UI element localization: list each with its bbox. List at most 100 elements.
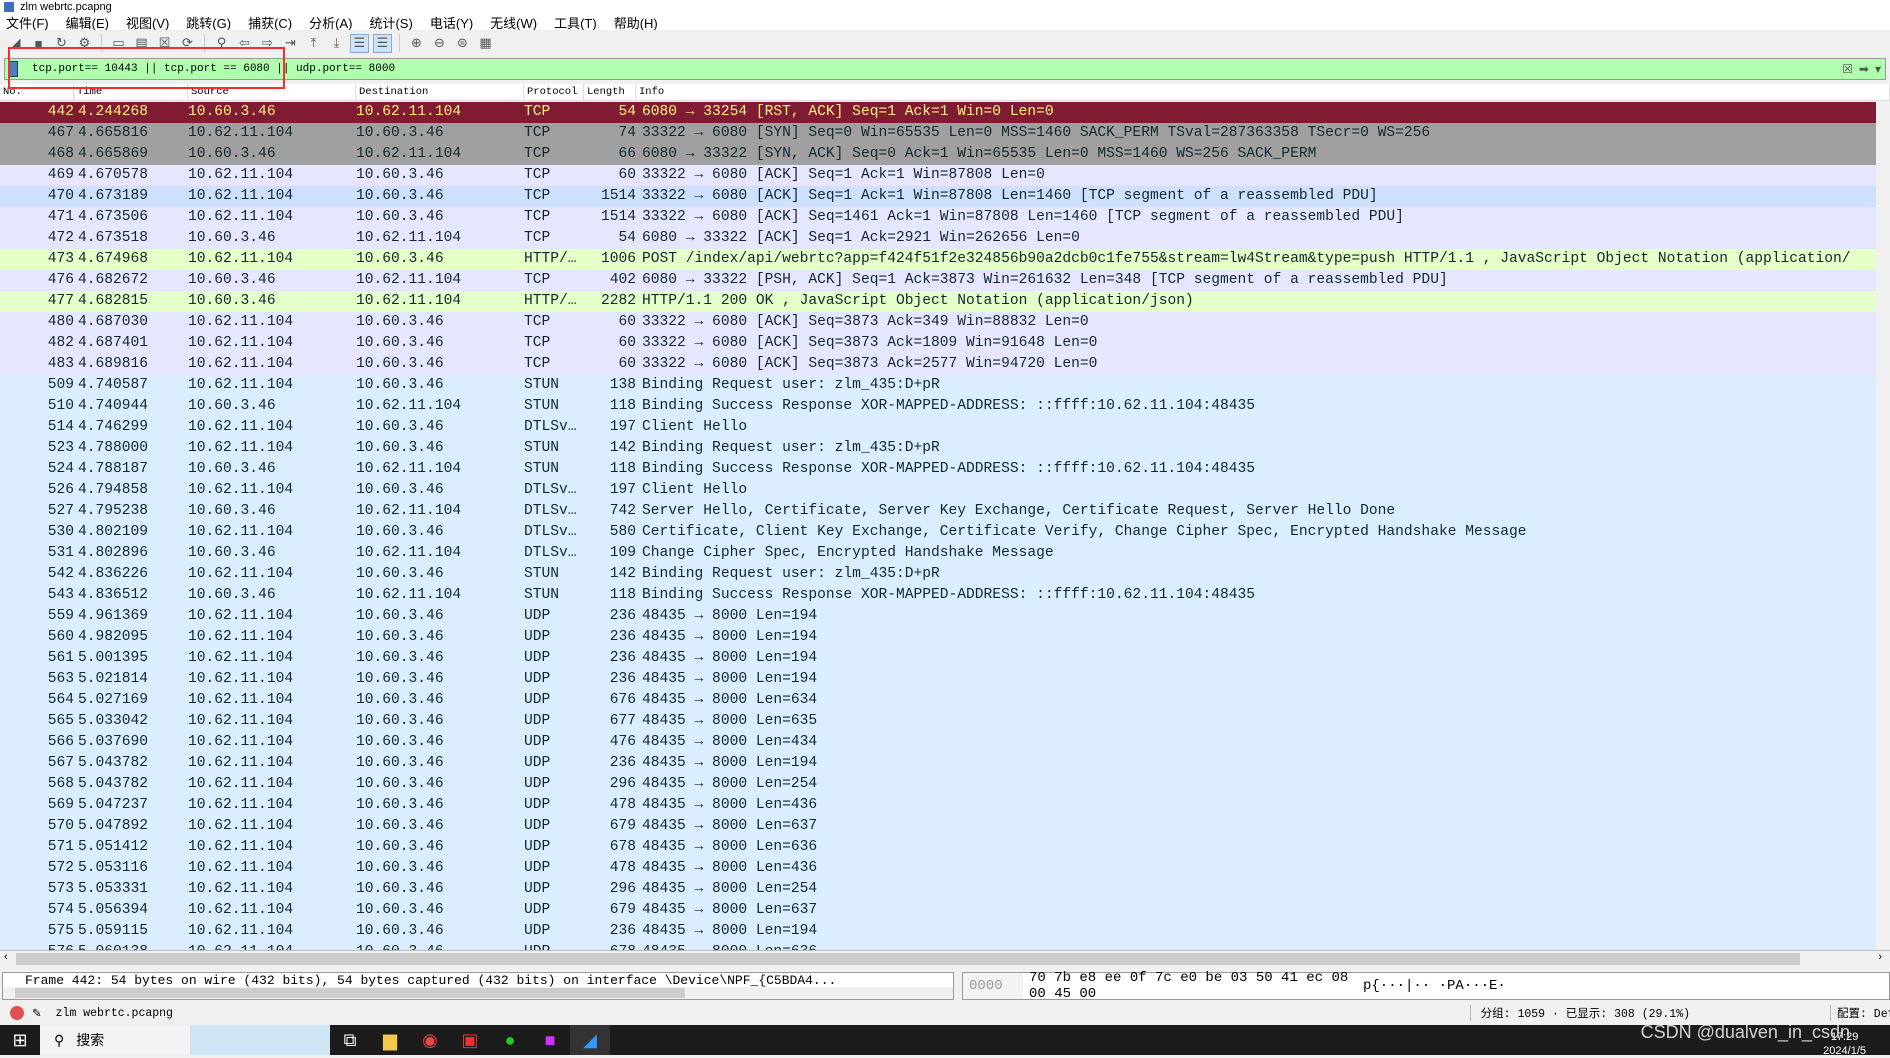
restart-icon[interactable]: ↻ — [52, 34, 71, 53]
packet-row[interactable]: 510 4.740944 10.60.3.46 10.62.11.104 STUN 118… — [0, 396, 1876, 417]
menu-item[interactable]: 统计(S) — [369, 13, 412, 32]
menu-item[interactable]: 电话(Y) — [430, 13, 473, 32]
autoscroll-icon[interactable]: ☰ — [350, 33, 369, 53]
packet-row[interactable]: 573 5.053331 10.62.11.104 10.60.3.46 UDP 296 4… — [0, 879, 1876, 900]
bookmark-icon[interactable] — [8, 61, 18, 77]
menu-item[interactable]: 文件(F) — [6, 13, 49, 32]
open-icon[interactable]: ▭ — [109, 34, 128, 53]
intellij-icon[interactable]: ■ — [530, 1025, 570, 1055]
packet-row[interactable]: 509 4.740587 10.62.11.104 10.60.3.46 STUN 138… — [0, 375, 1876, 396]
column-no[interactable]: No. — [0, 84, 74, 100]
menu-item[interactable]: 视图(V) — [126, 13, 169, 32]
wireshark-icon[interactable]: ◢ — [570, 1025, 610, 1055]
packet-row[interactable]: 480 4.687030 10.62.11.104 10.60.3.46 TCP 60 33… — [0, 312, 1876, 333]
colorize-icon[interactable]: ☰ — [373, 33, 392, 53]
packet-row[interactable]: 477 4.682815 10.60.3.46 10.62.11.104 HTTP/… 2… — [0, 291, 1876, 312]
packet-row[interactable]: 468 4.665869 10.60.3.46 10.62.11.104 TCP 66 60… — [0, 144, 1876, 165]
back-icon[interactable]: ⇦ — [235, 34, 254, 53]
options-icon[interactable]: ⚙ — [75, 34, 94, 53]
packet-row[interactable]: 442 4.244268 10.60.3.46 10.62.11.104 TCP 54 60… — [0, 102, 1876, 123]
menu-item[interactable]: 分析(A) — [309, 13, 352, 32]
packet-row[interactable]: 566 5.037690 10.62.11.104 10.60.3.46 UDP 476 4… — [0, 732, 1876, 753]
packet-row[interactable]: 469 4.670578 10.62.11.104 10.60.3.46 TCP 60 33… — [0, 165, 1876, 186]
packet-row[interactable]: 472 4.673518 10.60.3.46 10.62.11.104 TCP 54 60… — [0, 228, 1876, 249]
menu-item[interactable]: 跳转(G) — [186, 13, 231, 32]
packet-row[interactable]: 514 4.746299 10.62.11.104 10.60.3.46 DTLSv… 1… — [0, 417, 1876, 438]
packet-row[interactable]: 470 4.673189 10.62.11.104 10.60.3.46 TCP 1514… — [0, 186, 1876, 207]
packet-row[interactable]: 567 5.043782 10.62.11.104 10.60.3.46 UDP 236 4… — [0, 753, 1876, 774]
packet-row[interactable]: 476 4.682672 10.60.3.46 10.62.11.104 TCP 402 6… — [0, 270, 1876, 291]
bytes-ascii[interactable]: p{···|·· ·PA···E· — [1363, 978, 1506, 994]
column-info[interactable]: Info — [636, 84, 1890, 100]
packet-row[interactable]: 563 5.021814 10.62.11.104 10.60.3.46 UDP 236 4… — [0, 669, 1876, 690]
goto-icon[interactable]: ⇥ — [281, 34, 300, 53]
packet-row[interactable]: 526 4.794858 10.62.11.104 10.60.3.46 DTLSv… 1… — [0, 480, 1876, 501]
zoom-reset-icon[interactable]: ⊜ — [453, 34, 472, 53]
column-time[interactable]: Time — [74, 84, 188, 100]
packet-row[interactable]: 473 4.674968 10.62.11.104 10.60.3.46 HTTP/… 1… — [0, 249, 1876, 270]
packet-row[interactable]: 543 4.836512 10.60.3.46 10.62.11.104 STUN 118… — [0, 585, 1876, 606]
packet-row[interactable]: 471 4.673506 10.62.11.104 10.60.3.46 TCP 1514… — [0, 207, 1876, 228]
packet-row[interactable]: 559 4.961369 10.62.11.104 10.60.3.46 UDP 236 4… — [0, 606, 1876, 627]
save-icon[interactable]: ▤ — [132, 34, 151, 53]
packet-row[interactable]: 565 5.033042 10.62.11.104 10.60.3.46 UDP 677 4… — [0, 711, 1876, 732]
packet-row[interactable]: 574 5.056394 10.62.11.104 10.60.3.46 UDP 679 4… — [0, 900, 1876, 921]
packet-row[interactable]: 568 5.043782 10.62.11.104 10.60.3.46 UDP 296 4… — [0, 774, 1876, 795]
packet-row[interactable]: 527 4.795238 10.60.3.46 10.62.11.104 DTLSv… 7… — [0, 501, 1876, 522]
wechat-icon[interactable]: ● — [490, 1025, 530, 1055]
bytes-hex[interactable]: 70 7b e8 ee 0f 7c e0 be 03 50 41 ec 08 0… — [1023, 970, 1363, 1002]
packet-row[interactable]: 524 4.788187 10.60.3.46 10.62.11.104 STUN 118… — [0, 459, 1876, 480]
file-explorer-icon[interactable]: ▆ — [370, 1025, 410, 1055]
menu-item[interactable]: 编辑(E) — [66, 13, 109, 32]
packet-list-hscrollbar[interactable]: ‹ › — [0, 950, 1890, 966]
start-windows-icon[interactable]: ⊞ — [0, 1025, 40, 1055]
last-icon[interactable]: ⤓ — [327, 34, 346, 53]
menu-item[interactable]: 帮助(H) — [614, 13, 658, 32]
shark-fin-start-icon[interactable]: ◢ — [6, 34, 25, 53]
packet-list-vscrollbar[interactable] — [1876, 102, 1890, 950]
resize-columns-icon[interactable]: ▦ — [476, 34, 495, 53]
packet-row[interactable]: 542 4.836226 10.62.11.104 10.60.3.46 STUN 142… — [0, 564, 1876, 585]
packet-row[interactable]: 570 5.047892 10.62.11.104 10.60.3.46 UDP 679 4… — [0, 816, 1876, 837]
column-source[interactable]: Source — [188, 84, 356, 100]
details-hscrollbar[interactable] — [3, 987, 953, 999]
packet-row[interactable]: 482 4.687401 10.62.11.104 10.60.3.46 TCP 60 33… — [0, 333, 1876, 354]
find-icon[interactable]: ⚲ — [212, 34, 231, 53]
menu-item[interactable]: 工具(T) — [554, 13, 597, 32]
stop-icon[interactable]: ■ — [29, 34, 48, 53]
clear-filter-icon[interactable]: ☒ — [1842, 62, 1853, 77]
first-icon[interactable]: ⤒ — [304, 34, 323, 53]
column-protocol[interactable]: Protocol — [524, 84, 584, 100]
reload-icon[interactable]: ⟳ — [178, 34, 197, 53]
taskbar-search[interactable]: ⚲ 搜索 — [40, 1025, 190, 1055]
packet-row[interactable]: 569 5.047237 10.62.11.104 10.60.3.46 UDP 478 4… — [0, 795, 1876, 816]
packet-row[interactable]: 575 5.059115 10.62.11.104 10.60.3.46 UDP 236 4… — [0, 921, 1876, 942]
column-destination[interactable]: Destination — [356, 84, 524, 100]
camera-app-icon[interactable]: ▣ — [450, 1025, 490, 1055]
packet-row[interactable]: 564 5.027169 10.62.11.104 10.60.3.46 UDP 676 4… — [0, 690, 1876, 711]
apply-filter-icon[interactable]: ➡ — [1859, 62, 1869, 77]
menu-item[interactable]: 捕获(C) — [248, 13, 292, 32]
packet-row[interactable]: 5765.06013810.62.11.10410.60.3.46UDP6784… — [0, 942, 1876, 950]
task-view-icon[interactable]: ⧉ — [330, 1025, 370, 1055]
chrome-icon[interactable]: ◉ — [410, 1025, 450, 1055]
display-filter-input[interactable] — [32, 63, 1843, 75]
packet-bytes-pane[interactable]: 0000 70 7b e8 ee 0f 7c e0 be 03 50 41 ec… — [962, 970, 1890, 1002]
packet-row[interactable]: 571 5.051412 10.62.11.104 10.60.3.46 UDP 678 4… — [0, 837, 1876, 858]
profile-label[interactable]: 配置: Def — [1830, 1005, 1890, 1021]
system-clock[interactable]: 17:29 2024/1/5 — [1823, 1030, 1866, 1058]
forward-icon[interactable]: ⇨ — [258, 34, 277, 53]
packet-row[interactable]: 467 4.665816 10.62.11.104 10.60.3.46 TCP 74 33… — [0, 123, 1876, 144]
packet-details-pane[interactable]: Frame 442: 54 bytes on wire (432 bits), … — [2, 972, 954, 1000]
packet-row[interactable]: 531 4.802896 10.60.3.46 10.62.11.104 DTLSv… 1… — [0, 543, 1876, 564]
packet-row[interactable]: 572 5.053116 10.62.11.104 10.60.3.46 UDP 478 4… — [0, 858, 1876, 879]
column-length[interactable]: Length — [584, 84, 636, 100]
zoom-out-icon[interactable]: ⊖ — [430, 34, 449, 53]
packet-row[interactable]: 523 4.788000 10.62.11.104 10.60.3.46 STUN 142… — [0, 438, 1876, 459]
filter-dropdown-icon[interactable]: ▾ — [1875, 62, 1881, 77]
packet-row[interactable]: 530 4.802109 10.62.11.104 10.60.3.46 DTLSv… 5… — [0, 522, 1876, 543]
packet-row[interactable]: 560 4.982095 10.62.11.104 10.60.3.46 UDP 236 4… — [0, 627, 1876, 648]
packet-row[interactable]: 561 5.001395 10.62.11.104 10.60.3.46 UDP 236 4… — [0, 648, 1876, 669]
menu-item[interactable]: 无线(W) — [490, 13, 537, 32]
packet-row[interactable]: 483 4.689816 10.62.11.104 10.60.3.46 TCP 60 33… — [0, 354, 1876, 375]
